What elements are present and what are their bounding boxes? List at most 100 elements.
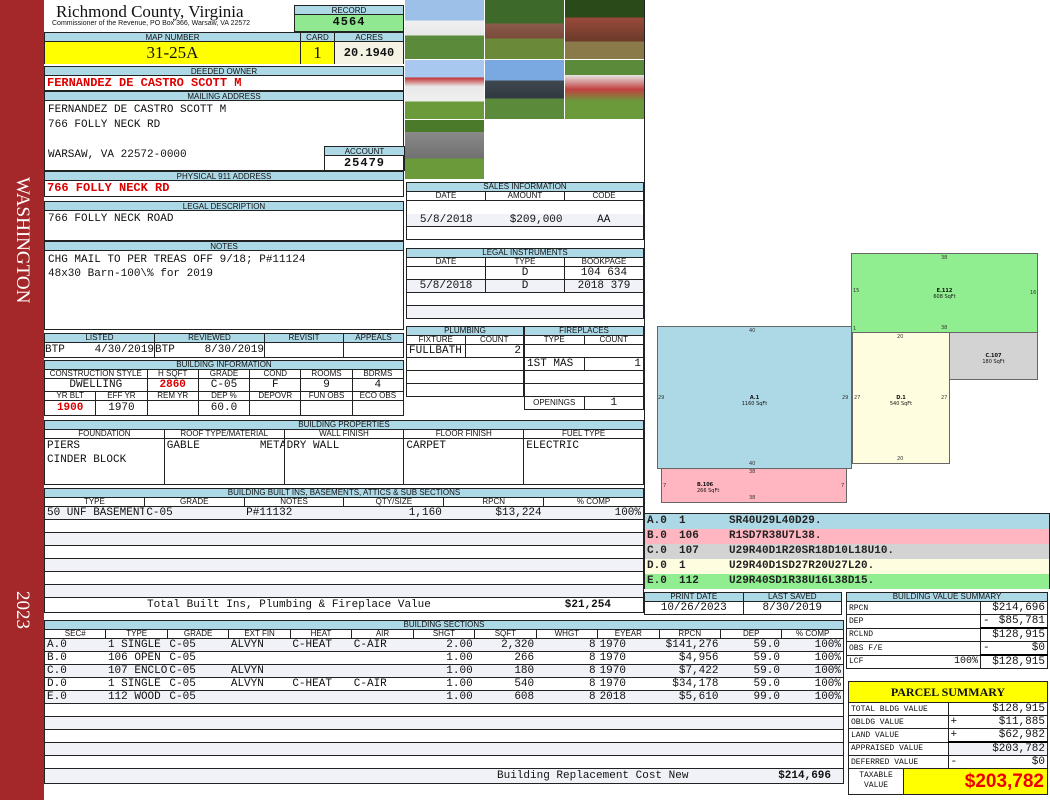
- section-grade: C-05: [167, 638, 229, 652]
- parcel-summary-title: PARCEL SUMMARY: [848, 681, 1048, 703]
- section-type: 106 OPEN MSNRY PCH: [105, 651, 168, 665]
- vector-code: 107: [679, 545, 699, 557]
- notes-label: NOTES: [45, 242, 403, 251]
- sections-label: BUILDING SECTIONS: [44, 620, 844, 630]
- dim-label: 7: [663, 483, 667, 489]
- vs-sign: -: [983, 615, 990, 627]
- dim-label: 29: [658, 395, 665, 401]
- properties-label: BUILDING PROPERTIES: [44, 420, 644, 430]
- section-grade: C-05: [167, 677, 229, 691]
- section-rpcn: $4,956: [659, 651, 721, 665]
- section-heat: C-HEAT: [290, 677, 352, 691]
- sketch-section-d[interactable]: D.1 540 SqFt: [852, 332, 950, 464]
- bi-header: EFF YR: [95, 391, 148, 401]
- parcel-label: TOTAL BLDG VALUE: [848, 702, 949, 716]
- table-row: [44, 716, 844, 730]
- table-row: Building Replacement Cost New $214,696: [44, 768, 844, 784]
- notes-line2: 48x30 Barn-100\% for 2019: [48, 268, 214, 280]
- building-info-label: BUILDING INFORMATION: [44, 360, 404, 370]
- instruments-header: BOOKPAGE: [564, 257, 644, 267]
- acres-label: ACRES: [335, 33, 403, 42]
- instruments-header: TYPE: [485, 257, 565, 267]
- vs-label: OBS F/E: [846, 641, 981, 656]
- section-type: 1 SINGLE FAMILY: [105, 677, 168, 691]
- property-photo[interactable]: [405, 60, 484, 119]
- appeals-header: APPEALS: [343, 333, 404, 343]
- section-type: 1 SINGLE FAMILY: [105, 638, 168, 652]
- vs-dep: $85,781: [998, 615, 1045, 627]
- property-photo[interactable]: [485, 0, 564, 59]
- section-type: 107 ENCLOSED PORCH: [105, 664, 168, 678]
- builtins-header: % COMP: [543, 497, 644, 507]
- floor-finish: CARPET: [403, 438, 525, 485]
- vs-label: LCF: [846, 654, 914, 669]
- building-info-table: BUILDING INFORMATION CONSTRUCTION STYLE H…: [43, 360, 405, 416]
- property-photo[interactable]: [485, 60, 564, 119]
- table-row: B.0106 OPEN MSNRY PCHC-05 1.0026681970$4,…: [43, 651, 844, 665]
- sections-header: EXT FIN: [228, 629, 291, 639]
- sketch-section-c[interactable]: C.107 180 SqFt: [949, 332, 1038, 380]
- section-sqft: 180: [474, 664, 537, 678]
- legal-label: LEGAL DESCRIPTION: [45, 202, 403, 211]
- section-eyear: 1970: [597, 638, 660, 652]
- vector-text: SR40U29L40D29.: [729, 515, 822, 527]
- depreciation-pct: 60.0: [197, 400, 251, 416]
- card-label: CARD: [301, 33, 335, 42]
- sketch-section-e[interactable]: E.112 608 SqFt: [851, 253, 1038, 333]
- sketch-section-a[interactable]: A.1 1160 SqFt: [657, 326, 852, 469]
- dim-label: 29: [842, 395, 849, 401]
- section-comp: 100%: [781, 651, 844, 665]
- physical-address: 766 FOLLY NECK RD: [47, 181, 170, 195]
- properties-header: FLOOR FINISH: [403, 429, 525, 439]
- rooms: 9: [300, 378, 353, 392]
- section-rpcn: $141,276: [659, 638, 721, 652]
- vector-code: 112: [679, 575, 699, 587]
- builtin-qty: 1,160: [343, 506, 444, 520]
- section-ext-fin: ALVYN: [228, 677, 291, 691]
- section-whgt: 8: [536, 651, 598, 665]
- table-row: C.0107 ENCLOSED PORCHC-05ALVYN 1.00180819…: [43, 664, 844, 678]
- section-sqft: 540: [474, 677, 537, 691]
- property-photo[interactable]: [565, 60, 644, 119]
- reviewed-by: BTP: [155, 344, 175, 356]
- building-sections-table: BUILDING SECTIONS SEC# TYPE GRADE EXT FIN HE…: [43, 620, 844, 784]
- building-sketch[interactable]: E.112 608 SqFt C.107 180 SqFt D.1 540 SqFt …: [644, 0, 1050, 513]
- record-box: RECORD 4564: [294, 5, 404, 32]
- openings-label: OPENINGS: [524, 396, 585, 410]
- plumbing-count: 2: [464, 344, 524, 358]
- legal-instruments-table: LEGAL INSTRUMENTS DATE TYPE BOOKPAGE D 104 …: [406, 248, 644, 319]
- account-number: 25479: [343, 156, 385, 170]
- vector-row: E.0 112 U29R40SD1R38U16L38D15.: [645, 574, 1049, 589]
- instruments-label: LEGAL INSTRUMENTS: [406, 248, 644, 258]
- dim-label: 38: [749, 495, 756, 501]
- foundation: CINDER BLOCK: [47, 454, 127, 466]
- property-photo[interactable]: [405, 0, 484, 59]
- section-comp: 100%: [781, 690, 844, 704]
- fireplace-count: 1: [583, 357, 644, 371]
- record-number: 4564: [295, 15, 403, 31]
- obldg-value: $11,885: [998, 716, 1045, 728]
- fireplace-header: COUNT: [583, 335, 644, 345]
- last-saved-label: LAST SAVED: [742, 592, 842, 602]
- vs-label: DEP: [846, 614, 981, 629]
- section-rpcn: $34,178: [659, 677, 721, 691]
- county-title: Richmond County, Virginia: [56, 2, 244, 21]
- section-air: [351, 664, 414, 678]
- section-ext-fin: [228, 690, 291, 704]
- value-summary-table: BUILDING VALUE SUMMARY RPCN $214,696 DEP -…: [846, 592, 1048, 669]
- builtins-header: NOTES: [243, 497, 345, 507]
- property-photo[interactable]: [565, 0, 644, 59]
- foundation: PIERS: [47, 440, 81, 452]
- sections-header: DEP: [719, 629, 783, 639]
- sections-header: AIR: [351, 629, 414, 639]
- builtins-total: $21,254: [564, 599, 611, 611]
- sale-date: 5/8/2018: [406, 213, 486, 227]
- plumbing-table: PLUMBING FIXTURE COUNT FULLBATH 2: [406, 326, 524, 397]
- builtins-label: BUILDING BUILT INS, BASEMENTS, ATTICS & …: [44, 488, 644, 498]
- builtin-type: 50 UNF BASEMENT: [44, 506, 145, 520]
- mailing-label: MAILING ADDRESS: [45, 92, 403, 101]
- notes-box: NOTES CHG MAIL TO PER TREAS OFF 9/18; P#…: [44, 241, 404, 330]
- sale-amount: $209,000: [509, 213, 563, 226]
- county-subtitle: Commissioner of the Revenue, PO Box 366,…: [52, 20, 251, 27]
- property-photo[interactable]: [405, 120, 484, 179]
